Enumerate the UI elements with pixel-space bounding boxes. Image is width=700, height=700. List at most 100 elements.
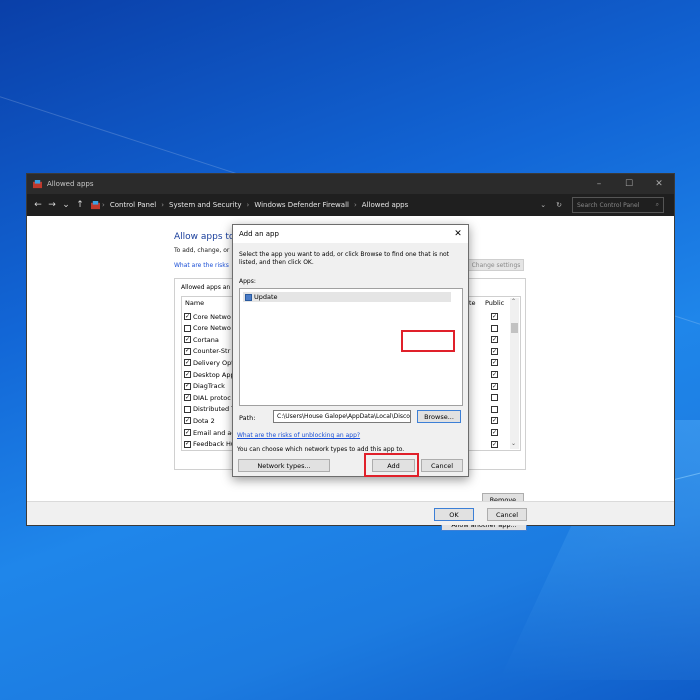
- row-checkbox[interactable]: ✓: [184, 382, 191, 390]
- row-checkbox[interactable]: [184, 324, 191, 332]
- dialog-description: Select the app you want to add, or click…: [239, 251, 450, 266]
- ok-button-highlight: [401, 330, 455, 352]
- firewall-icon: [33, 179, 42, 188]
- list-scrollbar[interactable]: ⌃ ⌄: [510, 298, 519, 449]
- row-checkbox[interactable]: ✓: [184, 440, 191, 448]
- row-label: Core Netwo: [193, 312, 231, 321]
- row-checkbox[interactable]: ✓: [184, 313, 191, 320]
- group-label: Allowed apps an: [181, 284, 231, 291]
- search-icon: ⌕: [655, 201, 659, 208]
- address-bar: ← → ⌄ ↑ › Control Panel › System and Sec…: [27, 194, 674, 216]
- back-arrow-icon[interactable]: ←: [31, 200, 45, 210]
- ok-button[interactable]: OK: [434, 508, 474, 521]
- row-label: Distributed T: [193, 405, 236, 414]
- path-label: Path:: [239, 414, 256, 422]
- row-checkbox[interactable]: ✓: [184, 371, 191, 378]
- table-row[interactable]: ✓ Dota 2: [184, 415, 215, 426]
- table-row[interactable]: ✓ Delivery Opt: [184, 357, 234, 368]
- public-checkbox[interactable]: ✓: [491, 313, 498, 320]
- scrollbar-thumb[interactable]: [511, 323, 518, 333]
- public-checkbox[interactable]: ✓: [491, 336, 498, 344]
- breadcrumb-control-panel[interactable]: Control Panel: [107, 201, 159, 209]
- column-header-name[interactable]: Name: [185, 299, 204, 307]
- public-checkbox[interactable]: ✓: [491, 359, 498, 367]
- column-header-public[interactable]: Public: [485, 299, 504, 307]
- network-types-hint: You can choose which network types to ad…: [237, 446, 405, 453]
- close-button[interactable]: ✕: [644, 174, 674, 194]
- breadcrumb-system-security[interactable]: System and Security: [166, 201, 244, 209]
- unblocking-risks-link[interactable]: What are the risks of unblocking an app?: [237, 432, 360, 439]
- up-arrow-icon[interactable]: ↑: [73, 200, 87, 210]
- table-row[interactable]: ✓ Counter-Str: [184, 346, 230, 357]
- row-checkbox[interactable]: [184, 405, 191, 413]
- add-button-highlight: [364, 453, 419, 477]
- breadcrumb: › Control Panel › System and Security › …: [91, 200, 540, 210]
- public-checkbox[interactable]: ✓: [491, 417, 498, 425]
- minimize-button[interactable]: –: [584, 174, 614, 194]
- window-title: Allowed apps: [47, 180, 94, 188]
- column-header-private[interactable]: te: [469, 299, 476, 307]
- row-label: Cortana: [193, 335, 219, 344]
- public-checkbox[interactable]: ✓: [491, 371, 498, 378]
- row-label: Dota 2: [193, 416, 215, 425]
- breadcrumb-allowed-apps[interactable]: Allowed apps: [359, 201, 411, 209]
- forward-arrow-icon[interactable]: →: [45, 200, 59, 210]
- scroll-up-icon[interactable]: ⌃: [511, 298, 516, 305]
- risks-link[interactable]: What are the risks: [174, 262, 229, 269]
- row-label: Desktop App: [193, 370, 235, 379]
- row-label: Counter-Str: [193, 347, 231, 356]
- row-checkbox[interactable]: ✓: [184, 347, 191, 355]
- network-types-button[interactable]: Network types...: [238, 459, 330, 472]
- table-row[interactable]: Distributed T: [184, 404, 235, 415]
- table-row[interactable]: ✓ Core Netwo: [184, 311, 231, 322]
- table-row[interactable]: ✓ Desktop App: [184, 369, 235, 380]
- title-bar: Allowed apps – ☐ ✕: [27, 174, 674, 194]
- dialog-title-bar: Add an app ✕: [233, 225, 468, 243]
- row-label: DIAL protoc: [193, 393, 231, 402]
- apps-label: Apps:: [239, 278, 256, 285]
- public-checkbox[interactable]: [491, 394, 498, 402]
- table-row[interactable]: ✓ DiagTrack: [184, 381, 225, 392]
- table-row[interactable]: ✓ DIAL protoc: [184, 392, 231, 403]
- page-title: Allow apps to: [174, 232, 235, 242]
- row-checkbox[interactable]: ✓: [184, 336, 191, 344]
- app-icon: [245, 293, 252, 301]
- row-label: Delivery Opt: [193, 358, 234, 367]
- row-checkbox[interactable]: ✓: [184, 394, 191, 402]
- maximize-button[interactable]: ☐: [614, 174, 644, 194]
- refresh-icon[interactable]: ↻: [556, 201, 562, 209]
- table-row[interactable]: ✓ Email and ac: [184, 427, 235, 438]
- public-checkbox[interactable]: ✓: [491, 382, 498, 390]
- table-row[interactable]: ✓ Cortana: [184, 334, 219, 345]
- public-checkbox[interactable]: ✓: [491, 347, 498, 355]
- row-label: DiagTrack: [193, 382, 225, 391]
- table-row[interactable]: ✓ Feedback Hu: [184, 439, 235, 450]
- public-checkbox[interactable]: [491, 324, 498, 332]
- public-checkbox[interactable]: [491, 405, 498, 413]
- dialog-close-icon[interactable]: ✕: [448, 229, 468, 239]
- table-row[interactable]: Core Netwo: [184, 323, 231, 334]
- recent-locations-icon[interactable]: ⌄: [59, 200, 73, 210]
- breadcrumb-firewall[interactable]: Windows Defender Firewall: [251, 201, 352, 209]
- path-field[interactable]: C:\Users\House Galope\AppData\Local\Disc…: [273, 410, 411, 423]
- public-checkbox[interactable]: ✓: [491, 429, 498, 436]
- dialog-title: Add an app: [239, 230, 279, 238]
- row-label: Feedback Hu: [193, 440, 236, 449]
- public-checkbox[interactable]: ✓: [491, 440, 498, 448]
- row-label: Email and ac: [193, 428, 235, 437]
- cancel-button[interactable]: Cancel: [487, 508, 527, 521]
- search-input[interactable]: Search Control Panel ⌕: [572, 197, 664, 213]
- change-settings-button[interactable]: Change settings: [468, 259, 524, 271]
- browse-button[interactable]: Browse...: [417, 410, 461, 423]
- address-dropdown-icon[interactable]: ⌄: [540, 201, 546, 209]
- row-label: Core Netwo: [193, 324, 231, 333]
- row-checkbox[interactable]: ✓: [184, 359, 191, 367]
- page-subtext: To add, change, or: [174, 247, 230, 254]
- control-panel-icon: [91, 200, 100, 209]
- row-checkbox[interactable]: ✓: [184, 417, 191, 425]
- app-list-item[interactable]: Update: [243, 292, 451, 302]
- row-checkbox[interactable]: ✓: [184, 429, 191, 436]
- footer-bar: OK Cancel: [27, 501, 674, 525]
- dialog-cancel-button[interactable]: Cancel: [421, 459, 463, 472]
- scroll-down-icon[interactable]: ⌄: [511, 440, 516, 447]
